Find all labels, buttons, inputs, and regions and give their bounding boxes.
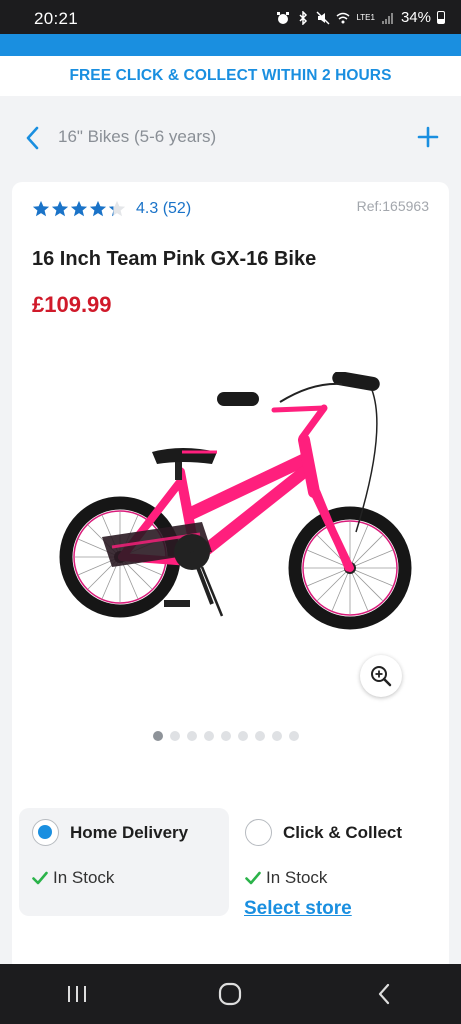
gallery-dot[interactable] [153, 731, 163, 741]
home-icon [219, 982, 242, 1006]
battery-icon [437, 11, 445, 24]
zoom-in-icon [371, 666, 392, 687]
click-collect-label: Click & Collect [283, 823, 403, 842]
signal-icon [381, 12, 393, 24]
delivery-option-home[interactable]: Home Delivery In Stock [19, 808, 229, 916]
recent-apps-icon [67, 986, 86, 1002]
product-title: 16 Inch Team Pink GX-16 Bike [32, 248, 317, 270]
product-image[interactable] [42, 372, 422, 662]
breadcrumb-bar: 16" Bikes (5-6 years) [0, 110, 461, 166]
home-delivery-radio[interactable] [32, 819, 59, 846]
gallery-dot[interactable] [187, 731, 197, 741]
star-full-icon [89, 200, 107, 217]
rating-text: 4.3 (52) [136, 200, 192, 217]
gallery-dot[interactable] [221, 731, 231, 741]
expand-button[interactable] [413, 122, 443, 152]
back-button[interactable] [20, 124, 44, 152]
alarm-icon [277, 11, 290, 24]
click-collect-radio[interactable] [245, 819, 272, 846]
product-ref: Ref:165963 [356, 198, 429, 214]
recent-apps-button[interactable] [47, 974, 107, 1014]
select-store-link[interactable]: Select store [244, 898, 352, 920]
status-icons: LTE1 34% [276, 9, 445, 26]
status-bar: 20:21 LTE1 34% [0, 0, 461, 34]
system-nav-bar [0, 964, 461, 1024]
home-delivery-stock: In Stock [32, 868, 114, 888]
gallery-dot[interactable] [204, 731, 214, 741]
mute-icon [316, 11, 330, 24]
gallery-dot[interactable] [238, 731, 248, 741]
star-rating [32, 200, 126, 218]
battery-percent: 34% [400, 9, 431, 26]
product-card: 4.3 (52) Ref:165963 16 Inch Team Pink GX… [12, 182, 449, 972]
plus-icon [417, 126, 439, 148]
back-icon [379, 983, 390, 1005]
wifi-icon [336, 12, 350, 23]
star-full-icon [51, 200, 69, 217]
stock-status: In Stock [53, 868, 115, 887]
accent-stripe [0, 34, 461, 56]
star-full-icon [32, 200, 50, 217]
home-delivery-label: Home Delivery [70, 823, 189, 842]
rating[interactable]: 4.3 (52) [32, 200, 191, 218]
check-icon [245, 871, 261, 885]
star-full-icon [70, 200, 88, 217]
star-partial-icon [108, 200, 126, 217]
gallery-dot[interactable] [170, 731, 180, 741]
chevron-left-icon [26, 126, 39, 150]
gallery-pagination [153, 731, 299, 741]
zoom-button[interactable] [360, 655, 402, 697]
breadcrumb[interactable]: 16" Bikes (5-6 years) [58, 127, 216, 147]
gallery-dot[interactable] [255, 731, 265, 741]
promo-banner[interactable]: FREE CLICK & COLLECT WITHIN 2 HOURS [0, 56, 461, 96]
stock-status: In Stock [266, 868, 328, 887]
promo-text: FREE CLICK & COLLECT WITHIN 2 HOURS [69, 67, 392, 84]
back-nav-button[interactable] [354, 974, 414, 1014]
gallery-dot[interactable] [272, 731, 282, 741]
gallery-dot[interactable] [289, 731, 299, 741]
bluetooth-icon [299, 10, 308, 25]
delivery-option-collect[interactable]: Click & Collect In Stock Select store [232, 808, 442, 919]
product-price: £109.99 [32, 292, 112, 317]
network-label: LTE1 [356, 12, 375, 22]
status-time: 20:21 [34, 9, 79, 28]
click-collect-stock: In Stock [245, 868, 327, 888]
check-icon [32, 871, 48, 885]
home-button[interactable] [200, 974, 260, 1014]
